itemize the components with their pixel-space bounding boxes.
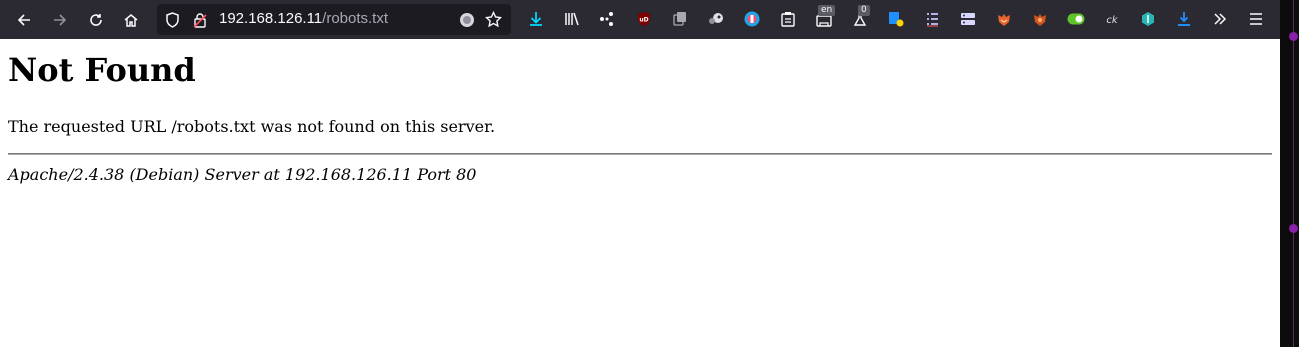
edge-line (1293, 0, 1294, 347)
fox-alt-icon (1034, 14, 1046, 26)
extension-cookie-button[interactable]: ck (1102, 9, 1122, 29)
divider (8, 153, 1272, 155)
tag-icon (889, 12, 904, 27)
extension-download-button[interactable] (1174, 9, 1194, 29)
downloads-icon (530, 12, 542, 26)
svg-text:ck: ck (1106, 15, 1118, 26)
error-message: The requested URL /robots.txt was not fo… (8, 117, 496, 136)
library-button[interactable] (562, 9, 582, 29)
extension-clipboard-button[interactable] (778, 9, 798, 29)
url-path: /robots.txt (322, 10, 389, 27)
address-bar[interactable]: 192.168.126.11/robots.txt (157, 4, 511, 35)
list-icon (927, 13, 938, 27)
browser-toolbar: 192.168.126.11/robots.txt uD en 0 ck (0, 0, 1280, 39)
server-icon (961, 13, 975, 25)
url-host: 192.168.126.11 (219, 10, 323, 27)
extension-tag-button[interactable] (886, 9, 906, 29)
extension-fox-alt-button[interactable] (1030, 9, 1050, 29)
overflow-icon (1214, 13, 1227, 25)
toggle-icon (1067, 13, 1085, 25)
page-title: Not Found (8, 51, 196, 89)
reload-button[interactable] (82, 6, 110, 34)
svg-text:uD: uD (639, 17, 648, 24)
extension-list-button[interactable] (922, 9, 942, 29)
ghost-icon (709, 13, 723, 24)
copy-icon (673, 12, 686, 26)
lock-warning-icon[interactable] (191, 11, 208, 28)
ublock-button[interactable]: uD (634, 9, 654, 29)
extension-ghost-button[interactable] (706, 9, 726, 29)
share-nodes-icon (600, 12, 613, 26)
shield-icon[interactable] (164, 11, 181, 28)
url-text[interactable]: 192.168.126.11/robots.txt (219, 10, 388, 27)
extension-server-button[interactable] (958, 9, 978, 29)
bookmark-star-icon[interactable] (485, 11, 502, 28)
blue-circle-icon (744, 11, 760, 27)
cookie-icon: ck (1106, 15, 1118, 26)
right-edge-strip (1280, 0, 1299, 347)
home-icon (124, 14, 138, 27)
extension-toggle-button[interactable] (1066, 9, 1086, 29)
downloads-button[interactable] (526, 9, 546, 29)
reader-mode-icon[interactable] (458, 11, 475, 28)
reload-icon (90, 14, 102, 26)
page-content: Not Found The requested URL /robots.txt … (0, 39, 1280, 347)
download-arrow-icon (1178, 12, 1190, 26)
fox-icon (998, 14, 1010, 26)
extension-hex-button[interactable] (1138, 9, 1158, 29)
edge-dot-middle (1289, 224, 1298, 233)
server-signature: Apache/2.4.38 (Debian) Server at 192.168… (8, 165, 477, 184)
extension-fox-button[interactable] (994, 9, 1014, 29)
translate-badge: en (818, 5, 836, 16)
ublock-icon: uD (638, 12, 650, 26)
forward-icon (54, 14, 67, 26)
menu-icon (1250, 13, 1262, 25)
edge-dot-top (1289, 32, 1298, 41)
library-icon (565, 12, 579, 26)
home-button[interactable] (117, 6, 145, 34)
overflow-menu-button[interactable] (1210, 9, 1230, 29)
extension-blue-circle-button[interactable] (742, 9, 762, 29)
clipboard-icon (781, 12, 795, 27)
forward-button[interactable] (46, 6, 74, 34)
hexagon-icon (1142, 12, 1154, 26)
extension-share-button[interactable] (597, 9, 617, 29)
back-icon (17, 14, 30, 26)
back-button[interactable] (10, 6, 38, 34)
extension-copy-button[interactable] (670, 9, 690, 29)
app-menu-button[interactable] (1246, 9, 1266, 29)
counter-badge: 0 (858, 5, 870, 16)
